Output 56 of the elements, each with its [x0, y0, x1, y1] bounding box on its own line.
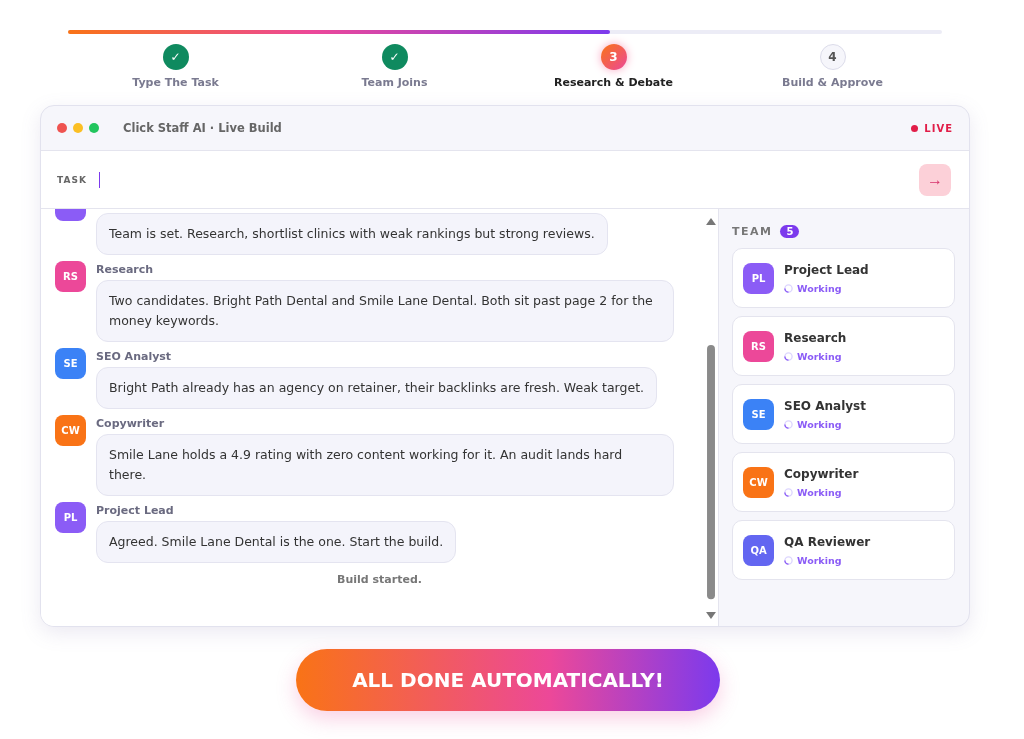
team-member-card[interactable]: RS Research Working: [732, 316, 955, 376]
avatar: CW: [55, 415, 86, 446]
team-title: TEAM: [732, 225, 773, 238]
message-bubble: Two candidates. Bright Path Dental and Smile Lane Dental. Both sit past page 2 for the money keywords.: [96, 280, 674, 342]
member-name: Research: [784, 330, 847, 345]
sender-name: Project Lead: [96, 504, 175, 517]
avatar: SE: [55, 348, 86, 379]
step-marker: ✓: [381, 44, 408, 70]
spinner-icon: [784, 351, 793, 361]
avatar: PL: [743, 262, 774, 294]
member-name: QA Reviewer: [784, 534, 871, 549]
step-label: Team Joins: [361, 76, 428, 89]
member-status: Working: [797, 486, 842, 498]
step-label: Research & Debate: [554, 76, 673, 89]
sender-name: Copywriter: [96, 417, 166, 430]
team-count: 5: [780, 225, 800, 238]
task-label: TASK: [57, 174, 87, 185]
team-member-card[interactable]: SE SEO Analyst Working: [732, 384, 955, 444]
message-bubble: Team is set. Research, shortlist clinics with weak rankings but strong reviews.: [96, 213, 608, 255]
system-note: Build started.: [336, 573, 423, 586]
message-bubble: Bright Path already has an agency on retainer, their backlinks are fresh. Weak target.: [96, 367, 657, 409]
team-member-card[interactable]: CW Copywriter Working: [732, 452, 955, 512]
step-label: Type The Task: [132, 76, 219, 89]
spinner-icon: [784, 419, 793, 429]
member-status: Working: [797, 350, 842, 362]
spinner-icon: [784, 555, 793, 565]
avatar: QA: [743, 534, 774, 566]
team-member-card[interactable]: PL Project Lead Working: [732, 248, 955, 308]
live-dot: [911, 124, 919, 132]
avatar: PL: [55, 502, 86, 533]
avatar: CW: [743, 466, 774, 498]
sender-name: Research: [96, 263, 155, 276]
step-marker: 3: [600, 44, 627, 70]
sender-name: SEO Analyst: [96, 350, 173, 363]
avatar: SE: [743, 398, 774, 430]
member-status: Working: [797, 282, 842, 294]
message-bubble: Agreed. Smile Lane Dental is the one. Start the build.: [96, 521, 457, 563]
member-name: Project Lead: [784, 262, 869, 277]
live-label: LIVE: [924, 122, 953, 134]
step-marker: 4: [819, 44, 846, 70]
avatar: RS: [743, 330, 774, 362]
window-title: Click Staff AI · Live Build: [123, 121, 283, 135]
spinner-icon: [784, 487, 793, 497]
member-name: SEO Analyst: [784, 398, 866, 413]
step-marker: ✓: [162, 44, 189, 70]
spinner-icon: [784, 283, 793, 293]
maximize-dot[interactable]: [89, 123, 99, 133]
avatar: RS: [55, 261, 86, 292]
member-status: Working: [797, 418, 842, 430]
minimize-dot[interactable]: [73, 123, 83, 133]
close-dot[interactable]: [57, 123, 67, 133]
team-member-card[interactable]: QA QA Reviewer Working: [732, 520, 955, 580]
member-status: Working: [797, 554, 842, 566]
message-bubble: Smile Lane holds a 4.9 rating with zero content working for it. An audit lands hard there.: [96, 434, 674, 496]
step-label: Build & Approve: [782, 76, 883, 89]
member-name: Copywriter: [784, 466, 859, 481]
